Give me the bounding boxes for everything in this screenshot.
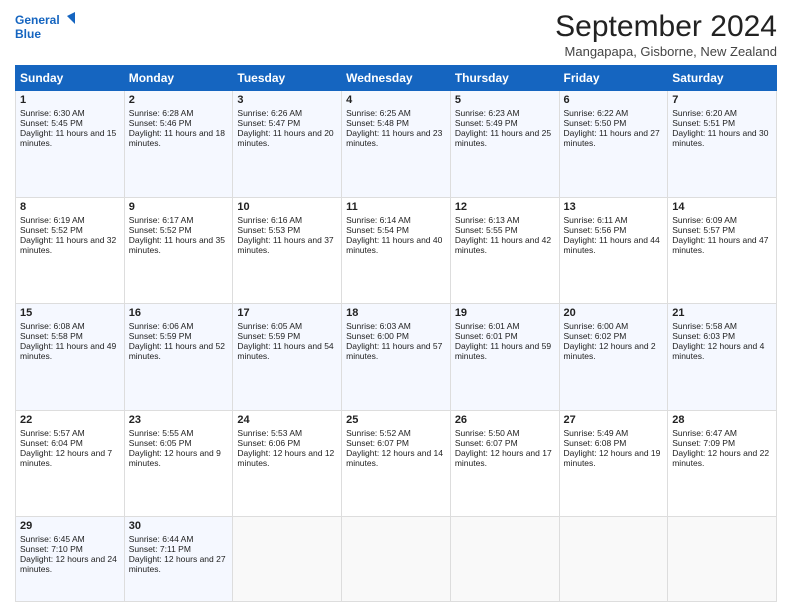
cell-1: 1 Sunrise: 6:30 AM Sunset: 5:45 PM Dayli… bbox=[16, 91, 125, 198]
week-row-4: 22 Sunrise: 5:57 AM Sunset: 6:04 PM Dayl… bbox=[16, 410, 777, 517]
cell-6: 6 Sunrise: 6:22 AM Sunset: 5:50 PM Dayli… bbox=[559, 91, 668, 198]
cell-13: 13 Sunrise: 6:11 AM Sunset: 5:56 PM Dayl… bbox=[559, 197, 668, 304]
logo: General Blue bbox=[15, 10, 75, 46]
daylight-label: Daylight: bbox=[20, 128, 55, 138]
page: General Blue September 2024 Mangapapa, G… bbox=[0, 0, 792, 612]
location: Mangapapa, Gisborne, New Zealand bbox=[555, 44, 777, 59]
cell-15: 15 Sunrise: 6:08 AM Sunset: 5:58 PM Dayl… bbox=[16, 304, 125, 411]
cell-21: 21 Sunrise: 5:58 AM Sunset: 6:03 PM Dayl… bbox=[668, 304, 777, 411]
cell-3: 3 Sunrise: 6:26 AM Sunset: 5:47 PM Dayli… bbox=[233, 91, 342, 198]
cell-9: 9 Sunrise: 6:17 AM Sunset: 5:52 PM Dayli… bbox=[124, 197, 233, 304]
cell-23: 23 Sunrise: 5:55 AM Sunset: 6:05 PM Dayl… bbox=[124, 410, 233, 517]
cell-22: 22 Sunrise: 5:57 AM Sunset: 6:04 PM Dayl… bbox=[16, 410, 125, 517]
cell-16: 16 Sunrise: 6:06 AM Sunset: 5:59 PM Dayl… bbox=[124, 304, 233, 411]
cell-7: 7 Sunrise: 6:20 AM Sunset: 5:51 PM Dayli… bbox=[668, 91, 777, 198]
week-row-3: 15 Sunrise: 6:08 AM Sunset: 5:58 PM Dayl… bbox=[16, 304, 777, 411]
cell-24: 24 Sunrise: 5:53 AM Sunset: 6:06 PM Dayl… bbox=[233, 410, 342, 517]
sunset-val: 5:45 PM bbox=[51, 118, 83, 128]
empty-cell bbox=[233, 517, 342, 602]
cell-18: 18 Sunrise: 6:03 AM Sunset: 6:00 PM Dayl… bbox=[342, 304, 451, 411]
week-row-1: 1 Sunrise: 6:30 AM Sunset: 5:45 PM Dayli… bbox=[16, 91, 777, 198]
sunrise-label: Sunrise: bbox=[20, 108, 54, 118]
cell-5: 5 Sunrise: 6:23 AM Sunset: 5:49 PM Dayli… bbox=[450, 91, 559, 198]
title-area: September 2024 Mangapapa, Gisborne, New … bbox=[555, 10, 777, 59]
col-wednesday: Wednesday bbox=[342, 66, 451, 91]
empty-cell bbox=[559, 517, 668, 602]
col-sunday: Sunday bbox=[16, 66, 125, 91]
cell-14: 14 Sunrise: 6:09 AM Sunset: 5:57 PM Dayl… bbox=[668, 197, 777, 304]
cell-2: 2 Sunrise: 6:28 AM Sunset: 5:46 PM Dayli… bbox=[124, 91, 233, 198]
cell-29: 29 Sunrise: 6:45 AM Sunset: 7:10 PM Dayl… bbox=[16, 517, 125, 602]
empty-cell bbox=[342, 517, 451, 602]
svg-text:Blue: Blue bbox=[15, 27, 41, 41]
week-row-2: 8 Sunrise: 6:19 AM Sunset: 5:52 PM Dayli… bbox=[16, 197, 777, 304]
month-title: September 2024 bbox=[555, 10, 777, 44]
cell-26: 26 Sunrise: 5:50 AM Sunset: 6:07 PM Dayl… bbox=[450, 410, 559, 517]
day-num: 1 bbox=[20, 94, 120, 106]
cell-25: 25 Sunrise: 5:52 AM Sunset: 6:07 PM Dayl… bbox=[342, 410, 451, 517]
cell-11: 11 Sunrise: 6:14 AM Sunset: 5:54 PM Dayl… bbox=[342, 197, 451, 304]
logo-svg: General Blue bbox=[15, 10, 75, 46]
cell-4: 4 Sunrise: 6:25 AM Sunset: 5:48 PM Dayli… bbox=[342, 91, 451, 198]
col-tuesday: Tuesday bbox=[233, 66, 342, 91]
header: General Blue September 2024 Mangapapa, G… bbox=[15, 10, 777, 59]
cell-17: 17 Sunrise: 6:05 AM Sunset: 5:59 PM Dayl… bbox=[233, 304, 342, 411]
col-saturday: Saturday bbox=[668, 66, 777, 91]
sunset-label: Sunset: bbox=[20, 118, 51, 128]
svg-text:General: General bbox=[15, 13, 60, 27]
week-row-5: 29 Sunrise: 6:45 AM Sunset: 7:10 PM Dayl… bbox=[16, 517, 777, 602]
cell-27: 27 Sunrise: 5:49 AM Sunset: 6:08 PM Dayl… bbox=[559, 410, 668, 517]
col-monday: Monday bbox=[124, 66, 233, 91]
cell-28: 28 Sunrise: 6:47 AM Sunset: 7:09 PM Dayl… bbox=[668, 410, 777, 517]
cell-19: 19 Sunrise: 6:01 AM Sunset: 6:01 PM Dayl… bbox=[450, 304, 559, 411]
col-thursday: Thursday bbox=[450, 66, 559, 91]
col-friday: Friday bbox=[559, 66, 668, 91]
cell-8: 8 Sunrise: 6:19 AM Sunset: 5:52 PM Dayli… bbox=[16, 197, 125, 304]
day-num: 2 bbox=[129, 94, 229, 106]
cell-20: 20 Sunrise: 6:00 AM Sunset: 6:02 PM Dayl… bbox=[559, 304, 668, 411]
cell-30: 30 Sunrise: 6:44 AM Sunset: 7:11 PM Dayl… bbox=[124, 517, 233, 602]
cell-10: 10 Sunrise: 6:16 AM Sunset: 5:53 PM Dayl… bbox=[233, 197, 342, 304]
cell-12: 12 Sunrise: 6:13 AM Sunset: 5:55 PM Dayl… bbox=[450, 197, 559, 304]
empty-cell bbox=[450, 517, 559, 602]
header-row: Sunday Monday Tuesday Wednesday Thursday… bbox=[16, 66, 777, 91]
empty-cell bbox=[668, 517, 777, 602]
calendar-table: Sunday Monday Tuesday Wednesday Thursday… bbox=[15, 65, 777, 602]
sunrise-val: 6:30 AM bbox=[54, 108, 85, 118]
